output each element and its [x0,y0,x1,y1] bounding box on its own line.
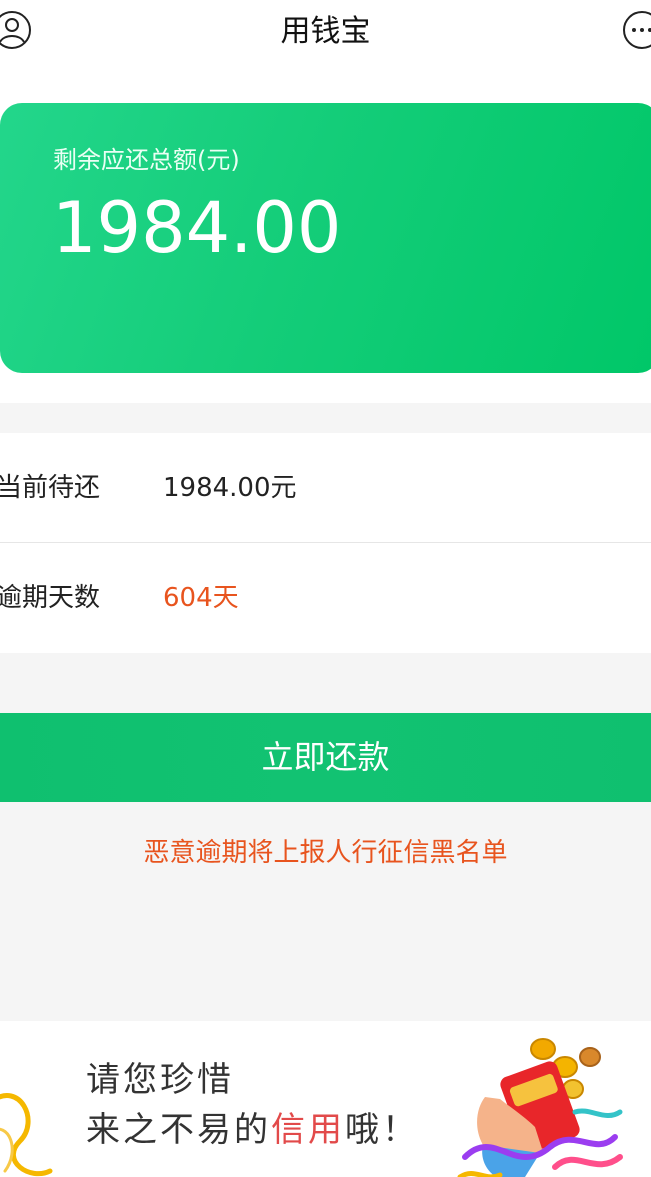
banner-line-1: 请您珍惜 [86,1060,234,1100]
more-icon[interactable] [622,10,651,50]
red-envelope-hand-icon [457,1038,623,1177]
header-bar: 用钱宝 [0,0,651,64]
current-due-label: 当前待还 [0,473,101,503]
credit-reminder-banner[interactable]: 请您珍惜 来之不易的信用哦！ [0,1021,651,1177]
ribbon-decoration-icon [0,1093,53,1177]
remaining-amount-card: 剩余应还总额(元) 1984.00 [0,103,651,373]
banner-line-2-prefix: 来之不易的 [86,1110,271,1150]
overdue-days-label: 逾期天数 [0,583,101,613]
info-row-overdue-days: 逾期天数 604天 [0,543,651,653]
info-row-current-due: 当前待还 1984.00元 [0,433,651,543]
banner-line-2-suffix: 哦！ [345,1110,419,1150]
banner-line-2: 来之不易的信用哦！ [86,1107,419,1153]
remaining-amount-value: 1984.00 [52,187,342,269]
page-title: 用钱宝 [280,14,371,49]
repay-now-button[interactable]: 立即还款 [0,713,651,802]
overdue-days-value: 604天 [163,583,239,613]
repayment-info-list: 当前待还 1984.00元 逾期天数 604天 [0,433,651,653]
remaining-amount-label: 剩余应还总额(元) [53,146,240,174]
banner-credit-highlight: 信用 [271,1110,345,1150]
overdue-warning-text: 恶意逾期将上报人行征信黑名单 [143,838,508,868]
current-due-value: 1984.00元 [163,473,297,503]
